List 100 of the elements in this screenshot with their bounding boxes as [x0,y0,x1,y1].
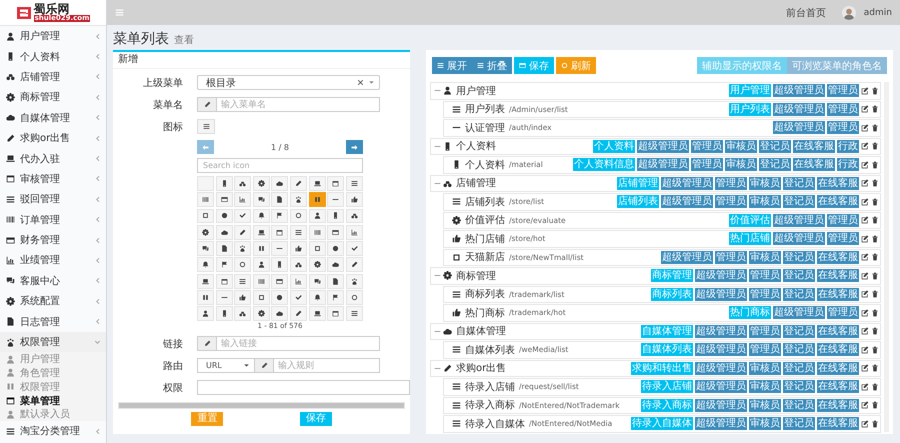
sidebar-item[interactable]: 个人资料 [0,46,106,67]
permission-tag: 待录入自媒体 [631,417,693,430]
role-tag: 超级管理员 [661,195,713,208]
role-tag: 登记员 [783,362,815,375]
role-tag: 在线客服 [817,324,859,338]
sidebar-item[interactable]: 日志管理 [0,311,106,332]
icon-search-field[interactable]: Search icon [197,158,363,173]
field-label: 权限 [162,382,184,395]
sidebar-item[interactable]: 店铺管理 [0,66,106,88]
tree-row[interactable]: 自媒体管理 自媒体管理 超级管理员 管理员 登记员 在线客服 [430,322,881,340]
permission-tag: 自媒体列表 [641,343,693,356]
toolbar-button[interactable]: 折叠 [472,57,512,74]
role-tag: 管理员 [827,232,859,246]
role-tag: 在线客服 [817,380,859,394]
role-tag: 行政 [837,140,859,153]
sidebar-item[interactable]: 订单管理 [0,210,106,230]
link-field[interactable]: 输入链接 [197,336,380,352]
permission-tag: 用户列表 [729,102,771,116]
rule-field[interactable]: 输入规则 [255,358,380,374]
sidebar-item[interactable]: 用户管理 [0,26,106,46]
sidebar-subitem[interactable]: 菜单管理 [0,394,106,408]
permission-tag: 店铺列表 [617,195,659,208]
role-tag: 超级管理员 [661,250,713,264]
role-tag: 超级管理员 [695,398,747,412]
role-tag: 管理员 [749,324,781,338]
tree-row[interactable]: 商标管理 商标管理 超级管理员 管理员 登记员 在线客服 [430,267,881,284]
route-select[interactable]: URL [197,358,255,374]
sidebar-item[interactable]: 自媒体管理 [0,108,106,128]
role-tag: 登记员 [759,158,791,172]
home-link[interactable]: 前台首页 [786,6,826,20]
role-tag: 在线客服 [817,288,859,301]
sidebar-item[interactable]: 审核管理 [0,168,106,190]
tree-row[interactable]: 用户管理 用户管理 超级管理员 管理员 [430,82,881,100]
user-name[interactable]: admin [864,8,892,18]
role-tag: 超级管理员 [773,84,825,98]
tree-row[interactable]: 店铺管理 店铺管理 超级管理员 管理员 审核员 登记员 在线客服 [430,174,881,192]
role-tag: 管理员 [715,176,747,190]
permission-tag: 热门商标 [729,306,771,320]
toolbar-button[interactable]: 展开 [432,57,472,74]
tree-row[interactable]: 个人资料 个人资料 超级管理员 管理员 审核员 登记员 在线客服 行政 [430,138,881,155]
role-tag: 在线客服 [817,417,859,430]
sidebar-item[interactable]: 业绩管理 [0,250,106,271]
parent-select[interactable]: 根目录 [197,75,380,90]
role-tag: 审核员 [749,176,781,190]
role-tag: 超级管理员 [637,140,689,153]
field-label: 菜单名 [152,98,184,112]
menu-name-field[interactable]: 输入菜单名 [197,97,380,112]
permission-tag: 热门店铺 [729,232,771,246]
permission-tag: 求购和转出售 [631,362,693,375]
role-tag: 管理员 [715,250,747,264]
role-tag: 审核员 [749,380,781,394]
role-tag: 登记员 [783,195,815,208]
role-tag: 审核员 [725,158,757,172]
tree-row[interactable]: 求购or出售 求购和转出售 超级管理员 审核员 登记员 在线客服 [430,360,881,377]
sidebar-item[interactable]: 权限管理 [0,332,106,352]
role-tag: 管理员 [715,195,747,208]
role-tag: 在线客服 [793,140,835,153]
permission-tag: 用户管理 [729,84,771,98]
role-tag: 登记员 [783,269,815,282]
role-tag: 管理员 [827,121,859,134]
permission-tag: 待录入店铺 [641,380,693,394]
role-tag: 超级管理员 [773,214,825,227]
role-tag: 审核员 [749,195,781,208]
role-tag: 超级管理员 [773,102,825,116]
role-tag: 超级管理员 [661,176,713,190]
role-tag: 超级管理员 [695,380,747,394]
role-tag: 超级管理员 [695,343,747,356]
role-tag: 登记员 [783,398,815,412]
role-tag: 管理员 [827,102,859,116]
permission-tag: 店铺管理 [617,176,659,190]
field-label: 图标 [162,120,184,134]
sidebar-item[interactable]: 驳回管理 [0,189,106,210]
field-label: 路由 [162,360,184,373]
permission-tag: 商标列表 [651,288,693,301]
panel-title: 新增 [113,52,410,69]
role-tag: 在线客服 [817,398,859,412]
role-tag: 在线客服 [817,176,859,190]
role-tag: 超级管理员 [695,269,747,282]
sidebar-item[interactable]: 系统配置 [0,291,106,312]
page-title: 菜单列表 [113,30,169,48]
logo-name: 蜀乐网 [34,3,70,15]
role-tag: 超级管理员 [773,306,825,320]
page-indicator: 1 / 8 [271,142,289,152]
role-tag: 审核员 [749,362,781,375]
permission-tag: 个人资料 [593,140,635,153]
field-label: 上级菜单 [142,76,184,90]
role-tag: 超级管理员 [773,232,825,246]
sidebar-item[interactable]: 商标管理 [0,87,106,108]
role-tag: 登记员 [783,250,815,264]
role-tag: 审核员 [749,398,781,412]
role-tag: 登记员 [783,417,815,430]
page-subtitle: 查看 [174,34,194,47]
sidebar-item[interactable]: 代办入驻 [0,148,106,169]
sidebar-item[interactable]: 财务管理 [0,230,106,250]
role-tag: 登记员 [783,380,815,394]
sidebar-item[interactable]: 客服中心 [0,270,106,292]
sidebar-item[interactable]: 淘宝分类管理 [0,421,106,442]
sidebar-item[interactable]: 求购or出售 [0,128,106,148]
role-tag: 审核员 [749,417,781,430]
role-tag: 管理员 [827,306,859,320]
